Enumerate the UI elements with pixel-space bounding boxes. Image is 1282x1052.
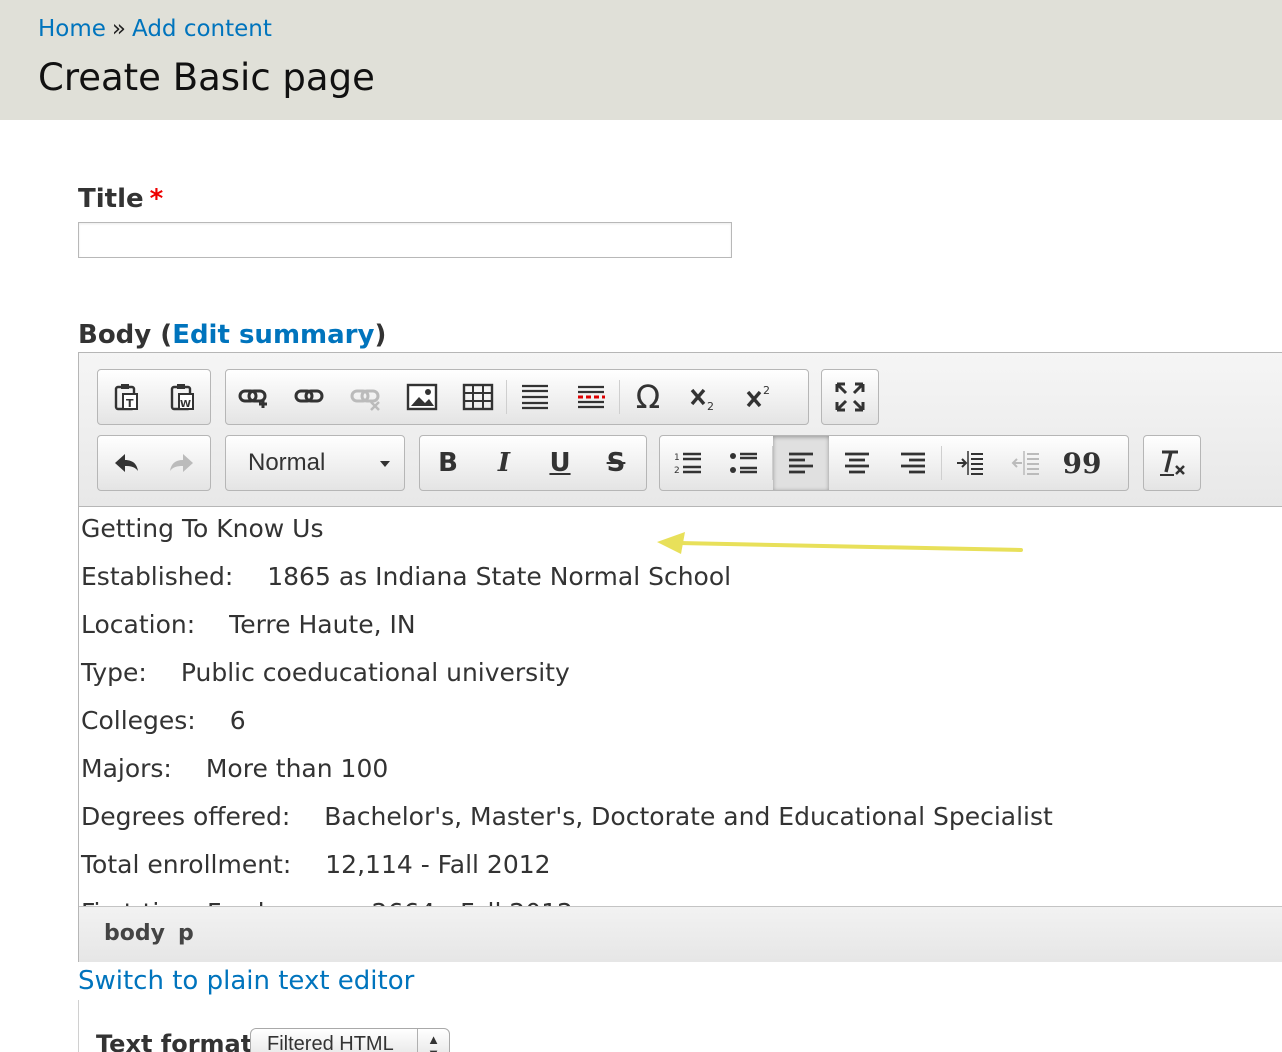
- rich-text-editor: T W Ω 2 2 Normal B I U S 1 2 99 Getting …: [78, 352, 1282, 962]
- content-row: Total enrollment: 12,114 - Fall 2012: [81, 850, 551, 879]
- italic-icon[interactable]: I: [476, 436, 532, 490]
- superscript-icon[interactable]: 2: [732, 370, 788, 424]
- switch-plain-text-link[interactable]: Switch to plain text editor: [78, 966, 414, 996]
- align-left-icon[interactable]: [773, 436, 829, 490]
- underline-icon[interactable]: U: [532, 436, 588, 490]
- table-icon[interactable]: [450, 370, 506, 424]
- breadcrumb: Home» Add content: [38, 16, 272, 42]
- chevron-down-icon: [380, 461, 390, 467]
- title-label: Title *: [78, 184, 163, 214]
- outdent-icon[interactable]: [998, 436, 1054, 490]
- element-path-body[interactable]: body: [104, 921, 165, 946]
- breadcrumb-separator: »: [111, 16, 126, 42]
- title-input[interactable]: [78, 222, 732, 258]
- cleanup-group: [1143, 435, 1201, 491]
- svg-text:T: T: [126, 397, 134, 410]
- link-icon[interactable]: [226, 370, 282, 424]
- required-mark: *: [149, 184, 164, 214]
- content-row: Type: Public coeducational university: [81, 658, 570, 687]
- redo-icon[interactable]: [154, 436, 210, 490]
- element-path-p[interactable]: p: [178, 921, 194, 946]
- text-format-label: Text format: [96, 1030, 253, 1052]
- title-label-text: Title: [78, 184, 144, 214]
- align-center-icon[interactable]: [829, 436, 885, 490]
- editor-statusbar: body p: [79, 906, 1282, 962]
- body-label-close: ): [374, 320, 387, 350]
- format-dropdown[interactable]: Normal: [225, 435, 405, 491]
- undo-icon[interactable]: [98, 436, 154, 490]
- paste-text-icon[interactable]: T: [98, 370, 154, 424]
- editor-toolbar: T W Ω 2 2 Normal B I U S 1 2 99: [79, 353, 1282, 507]
- content-row: Colleges: 6: [81, 706, 246, 735]
- annotation-arrow-icon: [657, 532, 1023, 554]
- breadcrumb-home-link[interactable]: Home: [38, 16, 106, 42]
- bulleted-list-icon[interactable]: [716, 436, 772, 490]
- format-fieldset-border: [78, 1000, 79, 1052]
- svg-text:2: 2: [707, 400, 714, 412]
- content-row: Majors: More than 100: [81, 754, 389, 783]
- paste-from-word-icon[interactable]: W: [154, 370, 210, 424]
- align-right-icon[interactable]: [885, 436, 941, 490]
- svg-text:W: W: [180, 399, 191, 410]
- numbered-list-icon[interactable]: 12: [660, 436, 716, 490]
- basic-styles-group: B I U S: [419, 435, 647, 491]
- indent-icon[interactable]: [942, 436, 998, 490]
- clipboard-group: T W: [97, 369, 211, 425]
- page-header: Home» Add content Create Basic page: [0, 0, 1282, 120]
- remove-format-icon[interactable]: [1144, 436, 1200, 490]
- body-label: Body (Edit summary): [78, 320, 386, 350]
- blockquote-glyph: 99: [1062, 446, 1102, 480]
- anchor-icon[interactable]: [282, 370, 338, 424]
- subscript-icon[interactable]: 2: [676, 370, 732, 424]
- insert-group: Ω 2 2: [225, 369, 809, 425]
- breadcrumb-add-content-link[interactable]: Add content: [132, 16, 272, 42]
- edit-summary-link[interactable]: Edit summary: [172, 320, 374, 350]
- tools-group: [821, 369, 879, 425]
- select-arrows-icon: ▲▼: [417, 1029, 449, 1052]
- editor-content[interactable]: Getting To Know Us Established: 1865 as I…: [79, 508, 1282, 906]
- blockquote-icon[interactable]: 99: [1054, 436, 1110, 490]
- svg-text:2: 2: [674, 466, 680, 476]
- content-row: Location: Terre Haute, IN: [81, 610, 416, 639]
- content-heading: Getting To Know Us: [81, 514, 324, 543]
- omega-glyph: Ω: [635, 378, 661, 416]
- body-label-text: Body (: [78, 320, 173, 350]
- history-group: [97, 435, 211, 491]
- text-format-value: Filtered HTML: [267, 1033, 394, 1052]
- content-row: Established: 1865 as Indiana State Normal…: [81, 562, 732, 591]
- strikethrough-icon[interactable]: S: [588, 436, 644, 490]
- content-row: Degrees offered: Bachelor's, Master's, Do…: [81, 802, 1053, 831]
- image-icon[interactable]: [394, 370, 450, 424]
- page-break-icon[interactable]: [563, 370, 619, 424]
- svg-text:1: 1: [674, 453, 680, 463]
- unlink-icon[interactable]: [338, 370, 394, 424]
- maximize-icon[interactable]: [822, 370, 878, 424]
- special-character-icon[interactable]: Ω: [620, 370, 676, 424]
- horizontal-line-icon[interactable]: [507, 370, 563, 424]
- paragraph-group: 12 99: [659, 435, 1129, 491]
- text-format-select[interactable]: Filtered HTML ▲▼: [250, 1028, 450, 1052]
- page-title: Create Basic page: [38, 56, 375, 99]
- format-dropdown-value: Normal: [248, 449, 326, 476]
- bold-icon[interactable]: B: [420, 436, 476, 490]
- svg-text:2: 2: [763, 384, 770, 397]
- content-row: First-time Freshmen:2664 - Fall 2012: [81, 898, 573, 906]
